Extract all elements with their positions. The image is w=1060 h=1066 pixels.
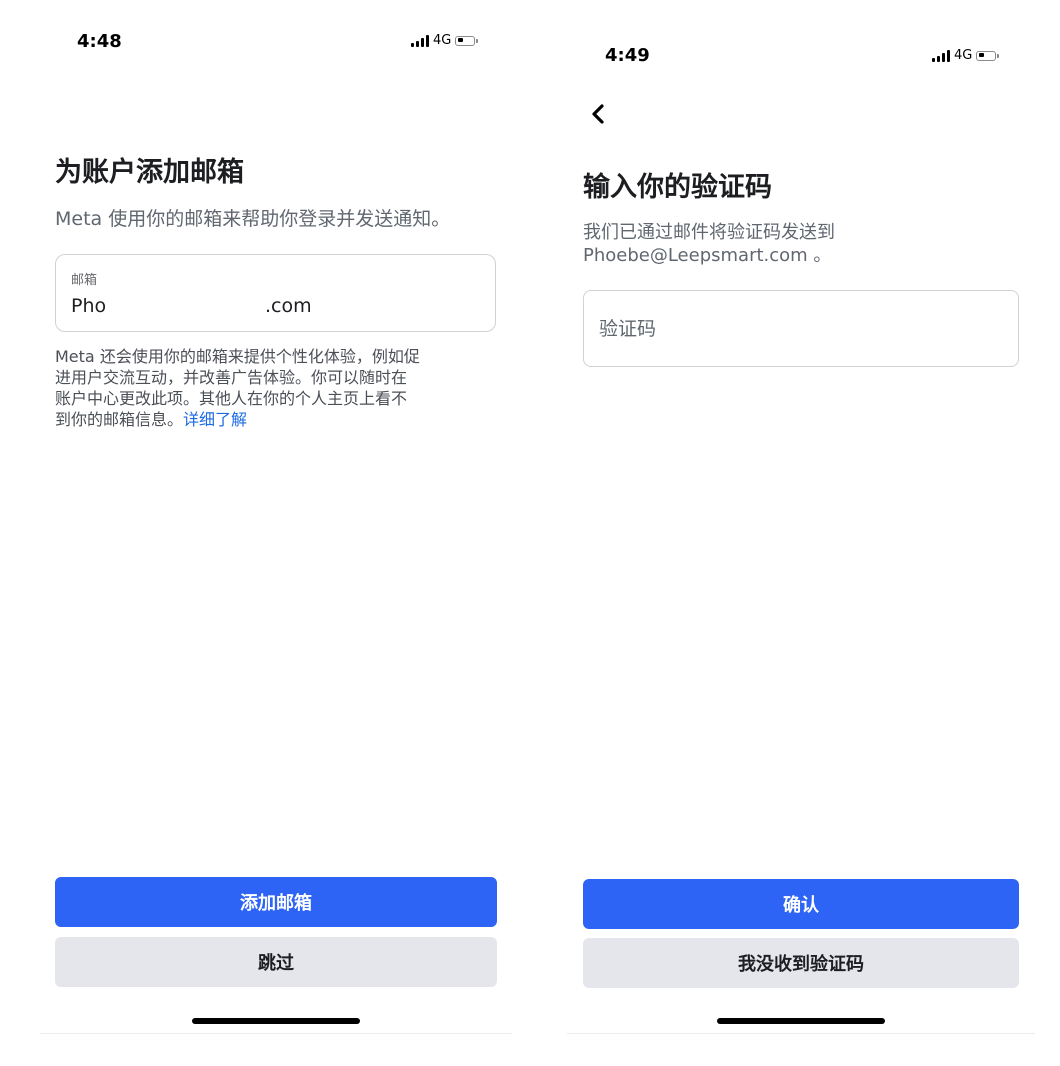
info-line: 进用户交流互动，并改善广告体验。你可以随时在 <box>55 368 408 387</box>
back-arrow-icon[interactable] <box>589 102 609 126</box>
home-indicator[interactable] <box>192 1018 360 1024</box>
signal-icon <box>932 49 950 62</box>
add-email-button[interactable]: 添加邮箱 <box>55 877 497 927</box>
confirm-button[interactable]: 确认 <box>583 879 1019 929</box>
page-title: 为账户添加邮箱 <box>55 157 244 188</box>
signal-icon <box>411 34 429 47</box>
divider <box>40 1033 512 1034</box>
learn-more-link[interactable]: 详细了解 <box>183 410 247 429</box>
verify-code-screen: 4:49 4G 输入你的验证码 我们已通过邮件将验证码发送到 Phoebe@Le… <box>567 0 1035 1034</box>
skip-button[interactable]: 跳过 <box>55 937 497 987</box>
email-field[interactable]: 邮箱 Pho .com <box>55 254 496 332</box>
network-label: 4G <box>954 48 973 63</box>
info-line: 账户中心更改此项。其他人在你的个人主页上看不 <box>55 389 408 408</box>
email-field-value-prefix: Pho <box>71 295 107 317</box>
page-subtitle: Meta 使用你的邮箱来帮助你登录并发送通知。 <box>55 208 451 230</box>
description-line: 我们已通过邮件将验证码发送到 <box>583 222 835 243</box>
status-time: 4:49 <box>605 45 650 66</box>
info-line: 到你的邮箱信息。 <box>55 410 184 429</box>
network-label: 4G <box>433 33 452 48</box>
divider <box>567 1033 1035 1034</box>
verification-description: 我们已通过邮件将验证码发送到 Phoebe@Leepsmart.com 。 <box>583 221 835 267</box>
info-line: Meta 还会使用你的邮箱来提供个性化体验，例如促 <box>55 347 420 366</box>
home-indicator[interactable] <box>717 1018 885 1024</box>
description-line: Phoebe@Leepsmart.com 。 <box>583 245 832 266</box>
verification-code-input[interactable] <box>584 291 1018 366</box>
status-time: 4:48 <box>77 31 122 52</box>
no-code-received-button[interactable]: 我没收到验证码 <box>583 938 1019 988</box>
email-usage-info: Meta 还会使用你的邮箱来提供个性化体验，例如促 进用户交流互动，并改善广告体… <box>55 346 497 430</box>
verification-code-field[interactable] <box>583 290 1019 367</box>
add-email-screen: 4:48 4G 为账户添加邮箱 Meta 使用你的邮箱来帮助你登录并发送通知。 … <box>40 0 512 1034</box>
page-title: 输入你的验证码 <box>583 172 772 203</box>
status-indicators: 4G <box>932 48 1000 63</box>
email-field-value-suffix: .com <box>265 295 312 317</box>
battery-icon <box>976 50 1000 61</box>
email-field-label: 邮箱 <box>71 273 98 288</box>
status-indicators: 4G <box>411 33 479 48</box>
battery-icon <box>455 35 479 46</box>
